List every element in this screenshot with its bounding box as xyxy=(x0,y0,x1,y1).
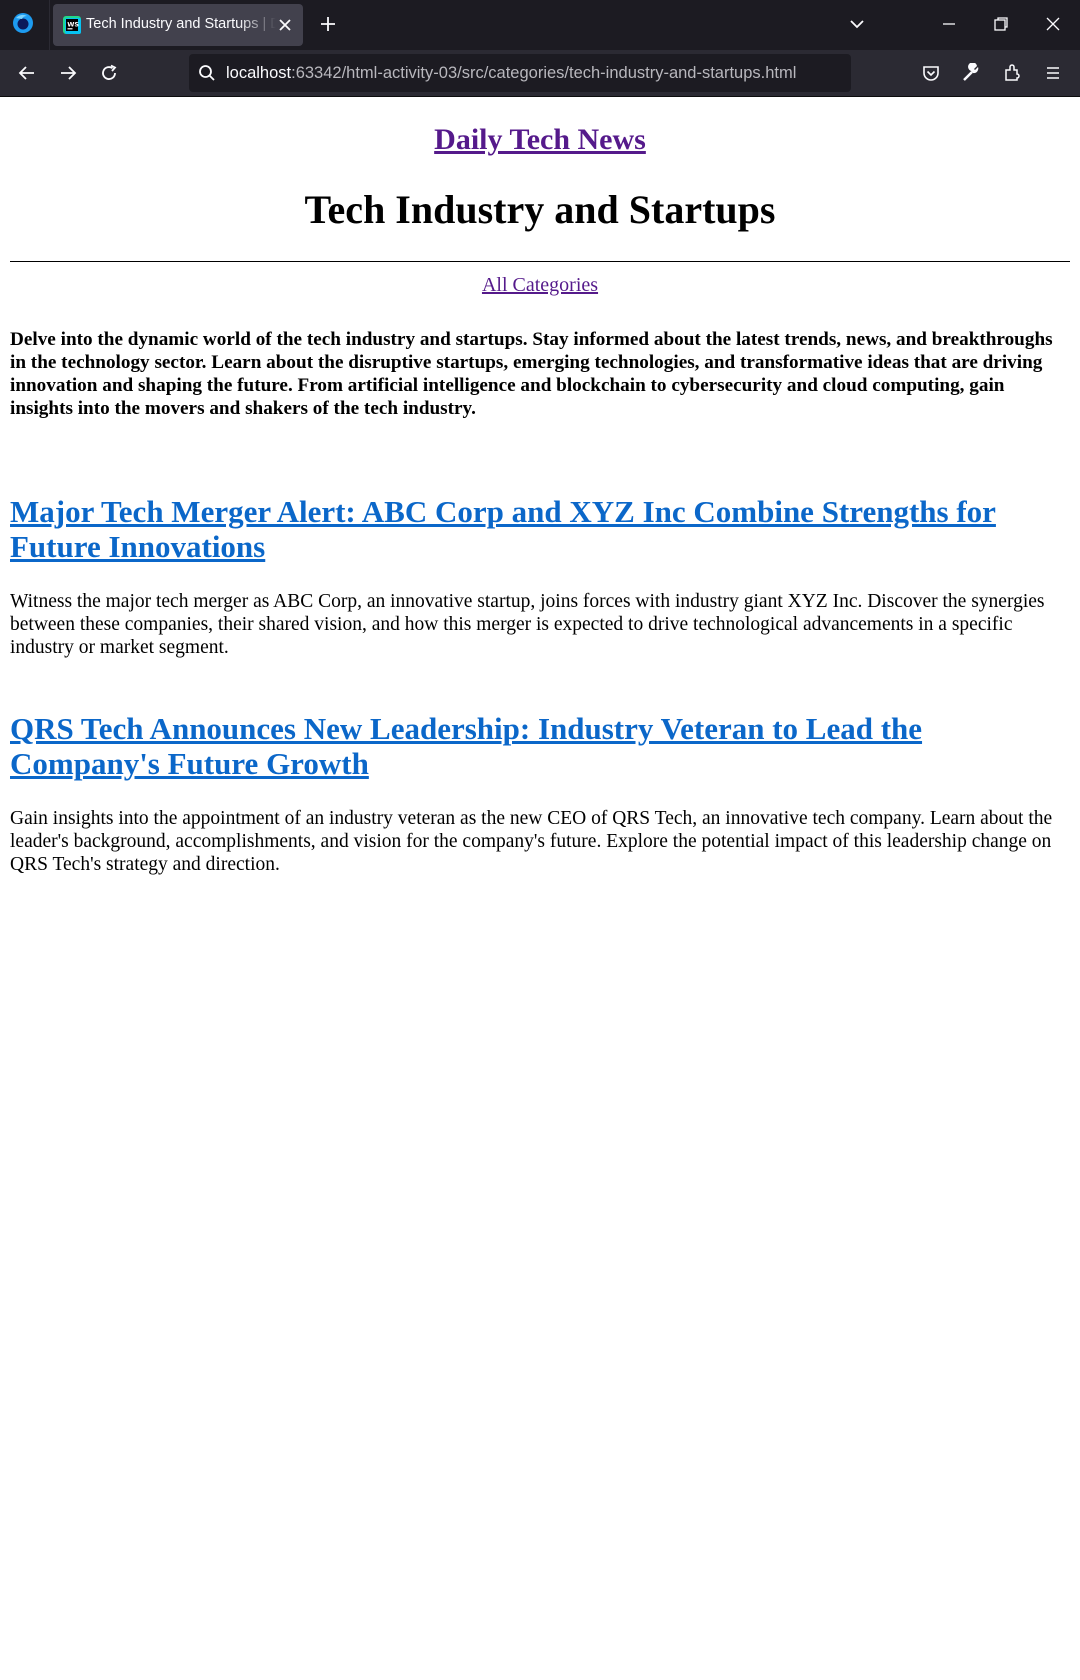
plus-icon[interactable] xyxy=(318,14,338,34)
search-icon xyxy=(198,64,216,82)
address-bar[interactable]: localhost:63342/html-activity-03/src/cat… xyxy=(189,54,851,92)
categories-nav: All Categories xyxy=(10,274,1070,300)
page-title: Tech Industry and Startups xyxy=(304,187,776,232)
minimize-icon[interactable] xyxy=(940,15,958,33)
forward-arrow-icon[interactable] xyxy=(58,63,78,83)
close-icon[interactable] xyxy=(1044,15,1062,33)
browser-toolbar: localhost:63342/html-activity-03/src/cat… xyxy=(0,50,1080,97)
page-content: Daily Tech News Tech Industry and Startu… xyxy=(0,123,1080,876)
article-item: Major Tech Merger Alert: ABC Corp and XY… xyxy=(10,494,1070,659)
url-text[interactable]: localhost:63342/html-activity-03/src/cat… xyxy=(226,64,796,83)
horizontal-rule xyxy=(10,261,1070,262)
site-header: Daily Tech News xyxy=(10,123,1070,161)
url-path: :63342/html-activity-03/src/categories/t… xyxy=(291,64,797,82)
restore-icon[interactable] xyxy=(992,15,1010,33)
site-title-link[interactable]: Daily Tech News xyxy=(434,123,646,156)
browser-titlebar: WS Tech Industry and Startups | Daily Te… xyxy=(0,0,1080,50)
article-item: QRS Tech Announces New Leadership: Indus… xyxy=(10,711,1070,876)
close-icon[interactable] xyxy=(277,17,293,33)
firefox-logo-icon[interactable] xyxy=(12,12,34,34)
article-title-link[interactable]: QRS Tech Announces New Leadership: Indus… xyxy=(10,711,1070,781)
webstorm-favicon-icon: WS xyxy=(63,16,81,34)
tab-title: Tech Industry and Startups | Daily Tech … xyxy=(86,16,276,32)
pocket-icon[interactable] xyxy=(921,63,941,83)
extensions-icon[interactable] xyxy=(1002,63,1022,83)
wrench-icon[interactable] xyxy=(961,63,981,83)
active-tab[interactable]: WS Tech Industry and Startups | Daily Te… xyxy=(53,4,303,46)
all-categories-link[interactable]: All Categories xyxy=(482,274,598,296)
tab-separator xyxy=(49,0,50,50)
category-intro: Delve into the dynamic world of the tech… xyxy=(10,329,1053,419)
back-arrow-icon[interactable] xyxy=(17,63,37,83)
url-host: localhost xyxy=(226,64,292,82)
reload-icon[interactable] xyxy=(99,63,119,83)
chevron-down-icon[interactable] xyxy=(848,15,866,33)
hamburger-menu-icon[interactable] xyxy=(1043,63,1063,83)
article-summary: Witness the major tech merger as ABC Cor… xyxy=(10,591,1045,658)
svg-text:WS: WS xyxy=(67,21,79,29)
article-title-link[interactable]: Major Tech Merger Alert: ABC Corp and XY… xyxy=(10,494,1070,564)
article-summary: Gain insights into the appointment of an… xyxy=(10,808,1053,875)
